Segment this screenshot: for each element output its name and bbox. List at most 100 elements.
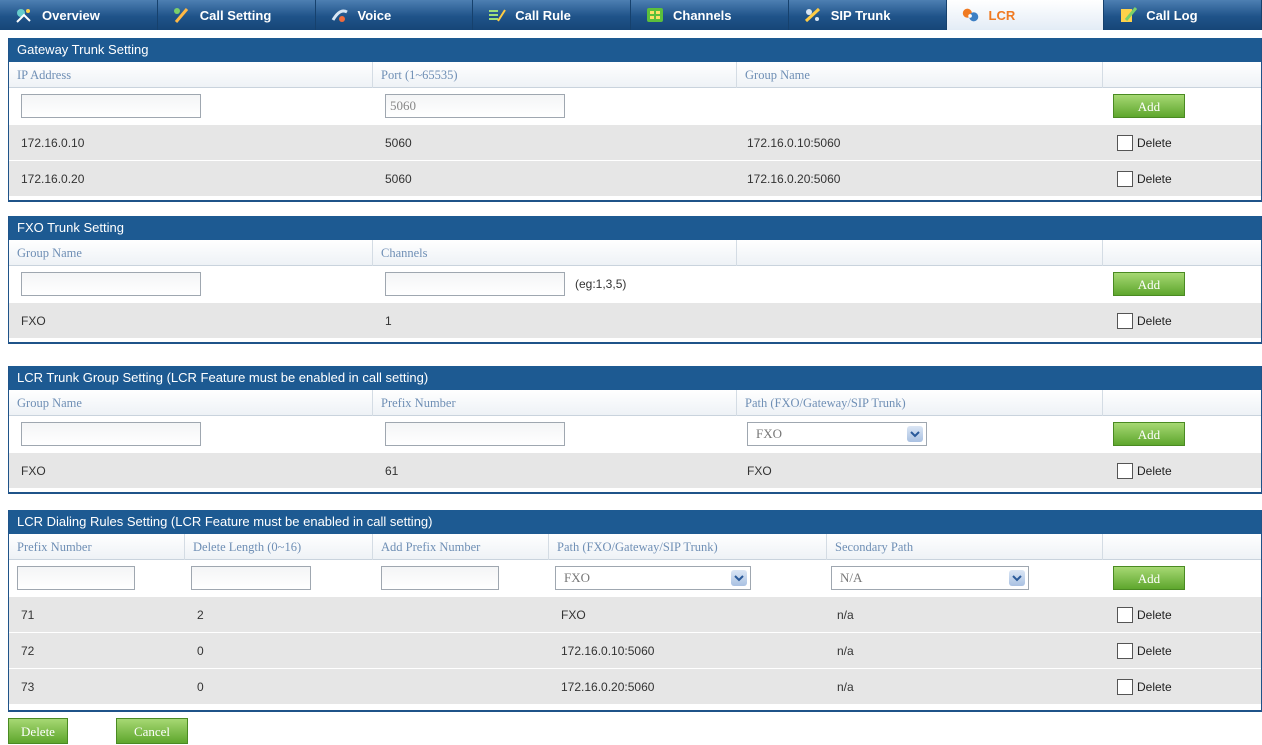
prefix-number-cell: 71 bbox=[21, 608, 35, 622]
column-header: Port (1~65535) bbox=[373, 62, 737, 88]
call-setting-icon bbox=[172, 6, 192, 24]
column-header: IP Address bbox=[9, 62, 373, 88]
lcr-dialing-rules-panel: LCR Dialing Rules Setting (LCR Feature m… bbox=[8, 510, 1262, 712]
add-lcr-group-button[interactable]: Add bbox=[1113, 422, 1185, 446]
column-header: Secondary Path bbox=[827, 534, 1103, 560]
delete-checkbox[interactable]: Delete bbox=[1117, 125, 1172, 161]
checkbox-box[interactable] bbox=[1117, 463, 1133, 479]
tab-lcr[interactable]: LCR bbox=[946, 0, 1105, 30]
delete-checkbox[interactable]: Delete bbox=[1117, 161, 1172, 197]
channels-icon bbox=[645, 6, 665, 24]
call-log-icon bbox=[1118, 6, 1138, 24]
tab-label: Call Setting bbox=[199, 7, 272, 23]
delete-checkbox[interactable]: Delete bbox=[1117, 597, 1172, 633]
tab-call-setting[interactable]: Call Setting bbox=[158, 0, 316, 30]
chevron-down-icon[interactable] bbox=[731, 570, 747, 586]
prefix-number-cell: 61 bbox=[385, 464, 399, 478]
checkbox-box[interactable] bbox=[1117, 643, 1133, 659]
checkbox-box[interactable] bbox=[1117, 171, 1133, 187]
add-lcr-rule-button[interactable]: Add bbox=[1113, 566, 1185, 590]
checkbox-box[interactable] bbox=[1117, 679, 1133, 695]
secondary-path-cell: n/a bbox=[837, 644, 854, 658]
sip-trunk-icon bbox=[803, 6, 823, 24]
lcr-trunk-group-panel: LCR Trunk Group Setting (LCR Feature mus… bbox=[8, 366, 1262, 494]
voice-icon bbox=[330, 6, 350, 24]
column-header: Prefix Number bbox=[373, 390, 737, 416]
path-cell: FXO bbox=[561, 608, 586, 622]
tab-overview[interactable]: Overview bbox=[0, 0, 158, 30]
column-header bbox=[1103, 390, 1262, 416]
new-entry-row: FXO N/A Add bbox=[9, 560, 1261, 596]
new-entry-row: (eg:1,3,5) Add bbox=[9, 266, 1261, 302]
table-row: FXO 1 Delete bbox=[9, 302, 1261, 338]
secondary-path-cell: n/a bbox=[837, 608, 854, 622]
path-cell: 172.16.0.10:5060 bbox=[561, 644, 655, 658]
group-name-cell: 172.16.0.10:5060 bbox=[747, 136, 841, 150]
delete-checkbox[interactable]: Delete bbox=[1117, 453, 1172, 489]
column-header bbox=[737, 240, 1103, 266]
delete-length-cell: 2 bbox=[197, 608, 204, 622]
checkbox-box[interactable] bbox=[1117, 607, 1133, 623]
panel-title: Gateway Trunk Setting bbox=[9, 38, 1261, 62]
tab-label: LCR bbox=[988, 7, 1016, 23]
delete-length-cell: 0 bbox=[197, 680, 204, 694]
ip-address-input[interactable] bbox=[21, 94, 201, 118]
prefix-number-cell: 73 bbox=[21, 680, 35, 694]
secondary-path-select[interactable]: N/A bbox=[831, 566, 1029, 590]
cancel-button[interactable]: Cancel bbox=[116, 718, 188, 744]
path-select[interactable]: FXO bbox=[555, 566, 751, 590]
delete-checkbox[interactable]: Delete bbox=[1117, 633, 1172, 669]
new-entry-row: Add bbox=[9, 88, 1261, 124]
table-header: Group Name Prefix Number Path (FXO/Gatew… bbox=[9, 390, 1261, 416]
tab-label: Call Rule bbox=[515, 7, 571, 23]
tab-call-log[interactable]: Call Log bbox=[1104, 0, 1262, 30]
delete-length-input[interactable] bbox=[191, 566, 311, 590]
delete-button[interactable]: Delete bbox=[8, 718, 68, 744]
gateway-trunk-panel: Gateway Trunk Setting IP Address Port (1… bbox=[8, 38, 1262, 202]
table-header: Prefix Number Delete Length (0~16) Add P… bbox=[9, 534, 1261, 560]
tab-channels[interactable]: Channels bbox=[631, 0, 789, 30]
column-header: Path (FXO/Gateway/SIP Trunk) bbox=[737, 390, 1103, 416]
delete-checkbox[interactable]: Delete bbox=[1117, 669, 1172, 705]
panel-title: FXO Trunk Setting bbox=[9, 216, 1261, 240]
chevron-down-icon[interactable] bbox=[907, 426, 923, 442]
table-row: 73 0 172.16.0.20:5060 n/a Delete bbox=[9, 668, 1261, 704]
column-header: Prefix Number bbox=[9, 534, 185, 560]
path-cell: 172.16.0.20:5060 bbox=[561, 680, 655, 694]
checkbox-box[interactable] bbox=[1117, 135, 1133, 151]
group-name-cell: 172.16.0.20:5060 bbox=[747, 172, 841, 186]
delete-label: Delete bbox=[1137, 608, 1172, 622]
checkbox-box[interactable] bbox=[1117, 313, 1133, 329]
path-select[interactable]: FXO bbox=[747, 422, 927, 446]
tab-call-rule[interactable]: Call Rule bbox=[473, 0, 631, 30]
channels-input[interactable] bbox=[385, 272, 565, 296]
prefix-number-cell: 72 bbox=[21, 644, 35, 658]
group-name-input[interactable] bbox=[21, 272, 201, 296]
lcr-icon bbox=[961, 6, 981, 24]
chevron-down-icon[interactable] bbox=[1009, 570, 1025, 586]
delete-length-cell: 0 bbox=[197, 644, 204, 658]
tab-sip-trunk[interactable]: SIP Trunk bbox=[789, 0, 947, 30]
tab-label: Voice bbox=[357, 7, 392, 23]
tab-voice[interactable]: Voice bbox=[316, 0, 474, 30]
prefix-number-input[interactable] bbox=[17, 566, 135, 590]
prefix-number-input[interactable] bbox=[385, 422, 565, 446]
add-fxo-button[interactable]: Add bbox=[1113, 272, 1185, 296]
top-nav: Overview Call Setting Voice Call Rule Ch… bbox=[0, 0, 1262, 30]
add-gateway-button[interactable]: Add bbox=[1113, 94, 1185, 118]
column-header: Group Name bbox=[737, 62, 1103, 88]
overview-icon bbox=[14, 6, 34, 24]
add-prefix-number-input[interactable] bbox=[381, 566, 499, 590]
column-header bbox=[1103, 240, 1262, 266]
delete-label: Delete bbox=[1137, 464, 1172, 478]
column-header bbox=[1103, 62, 1262, 88]
port-cell: 5060 bbox=[385, 136, 412, 150]
panel-title: LCR Dialing Rules Setting (LCR Feature m… bbox=[9, 510, 1261, 534]
delete-checkbox[interactable]: Delete bbox=[1117, 303, 1172, 339]
ip-address-cell: 172.16.0.10 bbox=[21, 136, 85, 150]
port-input[interactable] bbox=[385, 94, 565, 118]
group-name-input[interactable] bbox=[21, 422, 201, 446]
path-select-value: FXO bbox=[564, 570, 591, 585]
port-cell: 5060 bbox=[385, 172, 412, 186]
delete-label: Delete bbox=[1137, 314, 1172, 328]
